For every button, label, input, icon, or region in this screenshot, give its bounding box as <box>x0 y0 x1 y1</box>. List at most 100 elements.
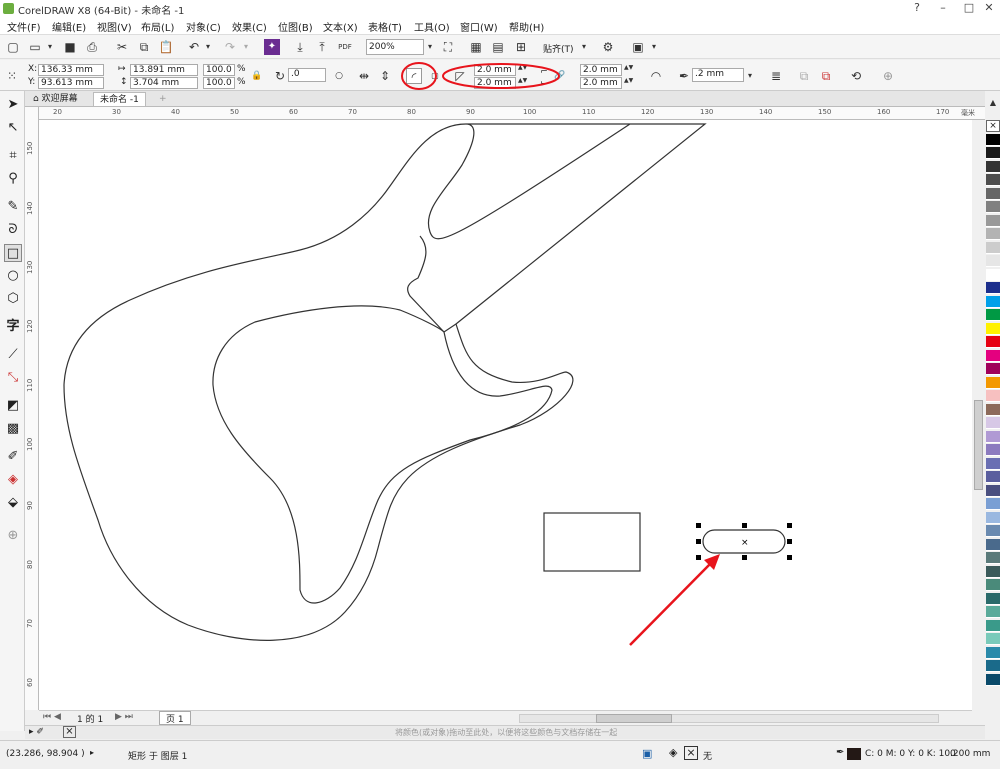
palette-swatch[interactable] <box>986 511 1000 524</box>
page-first-icon[interactable]: ⏮ ◀ <box>43 712 61 722</box>
drop-shadow-icon[interactable]: ◩ <box>4 397 22 415</box>
snap-to-dropdown[interactable]: 贴齐(T) <box>543 42 574 55</box>
palette-swatch[interactable] <box>986 160 1000 173</box>
palette-swatch[interactable]: ⨯ <box>986 120 1000 132</box>
palette-swatch[interactable] <box>986 187 1000 200</box>
outline-color-swatch[interactable] <box>847 748 861 760</box>
menu-object[interactable]: 对象(C) <box>186 19 221 34</box>
palette-tools-icon[interactable]: ▸ ✐ <box>29 727 44 737</box>
palette-swatch[interactable] <box>986 363 1000 375</box>
palette-swatch[interactable] <box>986 322 1000 335</box>
show-grid-icon[interactable]: ▤ <box>490 39 506 55</box>
palette-swatch[interactable] <box>986 538 1000 551</box>
horizontal-ruler[interactable]: 20 30 40 50 60 70 80 90 100 110 120 130 … <box>39 107 985 120</box>
color-proof-icon[interactable]: ▣ <box>642 747 652 760</box>
rectangle-shape[interactable] <box>543 512 641 572</box>
show-guidelines-icon[interactable]: ⊞ <box>513 39 529 55</box>
palette-swatch[interactable] <box>986 282 1000 294</box>
menu-view[interactable]: 视图(V) <box>97 19 132 34</box>
color-eyedropper-icon[interactable]: ✐ <box>4 448 22 466</box>
crop-tool-icon[interactable]: ⌗ <box>4 147 22 165</box>
close-button[interactable]: ✕ <box>976 0 1000 16</box>
menu-bitmaps[interactable]: 位图(B) <box>278 19 313 34</box>
palette-swatch[interactable] <box>986 390 1000 402</box>
palette-swatch[interactable] <box>986 430 1000 443</box>
horizontal-scroll-thumb[interactable] <box>596 714 672 723</box>
smart-fill-icon[interactable]: ⬙ <box>4 494 22 512</box>
menu-edit[interactable]: 编辑(E) <box>52 19 86 34</box>
palette-swatch[interactable] <box>986 444 1000 456</box>
tab-welcome-screen[interactable]: ⌂ 欢迎屏幕 <box>27 92 84 106</box>
page-next-icon[interactable]: ▶ ⏭ <box>115 712 133 722</box>
zoom-level-field[interactable]: 200% <box>366 39 424 55</box>
palette-swatch[interactable] <box>986 228 1000 240</box>
rectangle-tool-icon[interactable]: □ <box>4 244 22 262</box>
cut-icon[interactable]: ✂ <box>114 39 130 55</box>
palette-swatch[interactable] <box>986 525 1000 537</box>
menu-window[interactable]: 窗口(W) <box>460 19 498 34</box>
zoom-tool-icon[interactable]: ⚲ <box>4 170 22 188</box>
publish-pdf-icon[interactable]: PDF <box>337 39 353 55</box>
palette-swatch[interactable] <box>986 471 1000 483</box>
options-gear-icon[interactable]: ⚙ <box>600 39 616 55</box>
minimize-button[interactable]: – <box>930 0 956 16</box>
palette-swatch[interactable] <box>986 417 1000 429</box>
guitar-inner-outline[interactable] <box>212 305 553 604</box>
new-tab-plus-icon[interactable]: + <box>153 92 173 106</box>
palette-swatch[interactable] <box>986 592 1000 605</box>
redo-dropdown-icon[interactable]: ▾ <box>238 39 254 55</box>
paste-icon[interactable]: 📋 <box>158 39 174 55</box>
drawing-canvas[interactable]: × <box>39 120 972 710</box>
palette-swatch[interactable] <box>986 147 1000 159</box>
launcher-dropdown-icon[interactable]: ▾ <box>646 39 662 55</box>
menu-layout[interactable]: 布局(L) <box>141 19 174 34</box>
palette-swatch[interactable] <box>986 214 1000 227</box>
artistic-media-icon[interactable]: ᘐ <box>4 221 22 239</box>
search-content-icon[interactable]: ✦ <box>264 39 280 55</box>
application-launcher-icon[interactable]: ▣ <box>630 39 646 55</box>
palette-swatch[interactable] <box>986 673 1000 686</box>
palette-swatch[interactable] <box>986 268 1000 281</box>
palette-swatch[interactable] <box>986 552 1000 564</box>
menu-file[interactable]: 文件(F) <box>7 19 41 34</box>
palette-swatch[interactable] <box>986 606 1000 618</box>
shape-tool-icon[interactable]: ↖ <box>4 119 22 137</box>
vertical-scroll-thumb[interactable] <box>974 400 983 490</box>
palette-swatch[interactable] <box>986 376 1000 389</box>
palette-swatch[interactable] <box>986 241 1000 254</box>
palette-swatch[interactable] <box>986 295 1000 308</box>
snap-dropdown-icon[interactable]: ▾ <box>576 39 592 55</box>
vertical-scrollbar[interactable] <box>972 120 985 710</box>
redo-icon[interactable]: ↷ <box>222 39 238 55</box>
guitar-body-outline[interactable] <box>63 123 707 641</box>
zoom-dropdown-icon[interactable]: ▾ <box>422 39 438 55</box>
palette-swatch[interactable] <box>986 565 1000 578</box>
open-dropdown-icon[interactable]: ▾ <box>42 39 58 55</box>
full-screen-icon[interactable]: ⛶ <box>440 39 456 55</box>
palette-swatch[interactable] <box>986 309 1000 321</box>
parallel-dimension-icon[interactable]: ⟋ <box>4 346 22 364</box>
show-rulers-icon[interactable]: ▦ <box>468 39 484 55</box>
connector-tool-icon[interactable]: ⤡ <box>4 369 22 387</box>
palette-scroll-up-icon[interactable]: ▲ <box>986 98 1000 118</box>
help-window-button[interactable]: ? <box>904 0 930 16</box>
fill-bucket-icon[interactable]: ◈ <box>669 746 677 759</box>
palette-swatch[interactable] <box>986 349 1000 362</box>
tab-document[interactable]: 未命名 -1 <box>93 92 146 106</box>
palette-swatch[interactable] <box>986 255 1000 267</box>
copy-icon[interactable]: ⧉ <box>136 39 152 55</box>
palette-swatch[interactable] <box>986 484 1000 497</box>
print-icon[interactable]: ⎙ <box>84 39 100 55</box>
fill-none-swatch[interactable]: ⨯ <box>684 746 698 760</box>
ellipse-tool-icon[interactable]: ○ <box>4 267 22 285</box>
menu-help[interactable]: 帮助(H) <box>509 19 544 34</box>
polygon-tool-icon[interactable]: ⬡ <box>4 290 22 308</box>
palette-swatch[interactable] <box>986 201 1000 213</box>
transparency-tool-icon[interactable]: ▩ <box>4 420 22 438</box>
open-folder-icon[interactable]: ▭ <box>27 39 43 55</box>
export-icon[interactable]: ⤒ <box>314 39 330 55</box>
outline-pen-status-icon[interactable]: ✒ <box>836 747 844 758</box>
palette-swatch[interactable] <box>986 579 1000 591</box>
interactive-fill-icon[interactable]: ◈ <box>4 471 22 489</box>
menu-table[interactable]: 表格(T) <box>368 19 402 34</box>
